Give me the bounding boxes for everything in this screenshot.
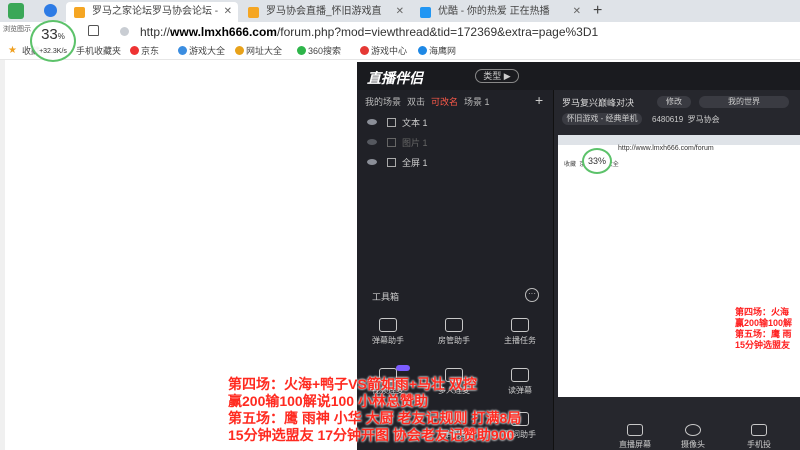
- new-tab-plus-icon[interactable]: +: [593, 1, 602, 21]
- search-360-icon: [297, 46, 306, 55]
- bookmarks-bar: ★ 收藏 手机收藏夹 京东 游戏大全 网址大全 360搜索 游戏中心 海鹰网: [0, 42, 800, 60]
- nav-icon: [235, 46, 244, 55]
- network-speed-widget[interactable]: 33% +32.3K/s: [30, 20, 76, 62]
- bookmark-star-icon: ★: [8, 45, 17, 56]
- scene-tab[interactable]: 场景 1: [464, 97, 490, 107]
- overlay-line: 赢200输100解说100 小林总赞助: [228, 393, 428, 409]
- tab-label: 罗马之家论坛罗马协会论坛 -: [92, 6, 219, 17]
- game-icon: [178, 46, 187, 55]
- phone-cast-button[interactable]: 手机投: [734, 424, 784, 450]
- url-path: /forum.php?mod=viewthread&tid=172369&ext…: [276, 25, 599, 39]
- new-badge: [396, 365, 410, 371]
- modify-button[interactable]: 修改: [657, 96, 691, 108]
- app-header: 直播伴侣 类型 ▶: [357, 62, 800, 90]
- speed-rate: +32.3K/s: [39, 48, 67, 55]
- source-item-screen[interactable]: 全屏 1: [367, 156, 428, 170]
- more-icon[interactable]: ···: [525, 288, 539, 302]
- url-prefix: http://: [140, 25, 171, 39]
- camera-icon: [685, 424, 701, 436]
- bookmark-item[interactable]: 海鹰网: [418, 44, 456, 58]
- scene-tabs: 我的场景 双击 可改名 场景 1: [365, 95, 496, 108]
- mini-url: http://www.lmxh666.com/forum: [618, 145, 714, 152]
- shield-icon[interactable]: [44, 4, 57, 17]
- room-info: 6480619 罗马协会: [652, 115, 720, 124]
- close-tab-icon[interactable]: ✕: [396, 2, 404, 22]
- source-item-image[interactable]: 图片 1: [367, 136, 428, 150]
- overlay-line: 第五场：鹰 雨神 小华 大厨 老友记规则 打满8局: [228, 410, 522, 426]
- text-source-icon: [387, 118, 396, 127]
- bookmark-item[interactable]: 网址大全: [235, 44, 282, 58]
- mini-speed-widget: 33%: [582, 148, 612, 174]
- category-pill-button[interactable]: 类型 ▶: [475, 69, 519, 83]
- capture-bar: 直播屏幕 摄像头 手机投: [554, 410, 800, 450]
- jd-icon: [130, 46, 139, 55]
- speed-percent: 33%: [41, 26, 65, 43]
- screen-preview[interactable]: http://www.lmxh666.com/forum 收藏 京东 网址大全 …: [558, 135, 800, 397]
- image-source-icon: [387, 138, 396, 147]
- tab-forum[interactable]: 罗马之家论坛罗马协会论坛 - ✕: [66, 2, 238, 22]
- tab-label: 罗马协会直播_怀旧游戏直: [266, 6, 382, 17]
- tool-streamer-tasks[interactable]: 主播任务: [495, 318, 545, 346]
- url-host: www.lmxh666.com: [170, 25, 277, 39]
- close-tab-icon[interactable]: ✕: [573, 2, 581, 22]
- close-tab-icon[interactable]: ✕: [224, 2, 232, 22]
- browser-logo-icon: [8, 3, 24, 19]
- preview-panel: 罗马复兴巅峰对决 修改 我的世界 怀旧游戏 - 经典单机 6480619 罗马协…: [554, 90, 800, 450]
- live-favicon-icon: [248, 7, 259, 18]
- eye-icon[interactable]: [367, 139, 377, 145]
- tool-danmaku-helper[interactable]: 弹幕助手: [363, 318, 413, 346]
- side-label: 浏览图示: [3, 26, 31, 33]
- home-icon[interactable]: [88, 25, 99, 36]
- danmaku-icon: [379, 318, 397, 332]
- camera-button[interactable]: 摄像头: [668, 424, 718, 450]
- overlay-line: 第四场：火海+鸭子VS箭如雨+马壮 双控: [228, 376, 477, 392]
- monitor-icon: [627, 424, 643, 436]
- bookmark-item[interactable]: 游戏大全: [178, 44, 225, 58]
- schedule-overlay: 第四场：火海+鸭子VS箭如雨+马壮 双控 赢200输100解说100 小林总赞助…: [228, 376, 521, 444]
- tool-room-admin[interactable]: 房管助手: [429, 318, 479, 346]
- bookmark-item[interactable]: 京东: [130, 44, 159, 58]
- address-toolbar: 浏览图示 http://www.lmxh666.com/forum.php?mo…: [0, 22, 800, 42]
- toolbox-title: 工具箱: [372, 292, 400, 302]
- game-center-icon: [360, 46, 369, 55]
- source-item-text[interactable]: 文本 1: [367, 116, 428, 130]
- url-bar[interactable]: http://www.lmxh666.com/forum.php?mod=vie…: [140, 23, 598, 41]
- page-info-icon[interactable]: [120, 27, 129, 36]
- youku-favicon-icon: [420, 7, 431, 18]
- bookmark-item[interactable]: 360搜索: [297, 44, 341, 58]
- forum-favicon-icon: [74, 7, 85, 18]
- world-button[interactable]: 我的世界: [699, 96, 789, 108]
- tab-live[interactable]: 罗马协会直播_怀旧游戏直 ✕: [240, 2, 410, 22]
- bookmark-item[interactable]: 游戏中心: [360, 44, 407, 58]
- scene-tab[interactable]: 双击: [407, 97, 425, 107]
- scene-tab[interactable]: 我的场景: [365, 97, 401, 107]
- app-logo: 直播伴侣: [367, 70, 423, 86]
- admin-icon: [445, 318, 463, 332]
- eye-icon[interactable]: [367, 159, 377, 165]
- bookmark-item[interactable]: 手机收藏夹: [76, 44, 121, 58]
- overlay-line: 15分钟选盟友 17分钟开图 协会老友记赞助900: [228, 427, 515, 443]
- sidebar-edge: [0, 60, 5, 450]
- stream-title: 罗马复兴巅峰对决: [562, 98, 635, 108]
- tab-strip: 罗马之家论坛罗马协会论坛 - ✕ 罗马协会直播_怀旧游戏直 ✕ 优酷 - 你的热…: [0, 0, 800, 22]
- mini-overlay-text: 第四场：火海 赢200输100解 第五场：鹰 雨 15分钟选盟友: [735, 307, 793, 350]
- scene-tab-active[interactable]: 可改名: [431, 97, 458, 107]
- haiying-icon: [418, 46, 427, 55]
- add-scene-icon[interactable]: +: [535, 92, 543, 108]
- task-icon: [511, 318, 529, 332]
- tab-youku[interactable]: 优酷 - 你的热爱 正在热播 ✕: [412, 2, 587, 22]
- eye-icon[interactable]: [367, 119, 377, 125]
- mini-tab-strip: [558, 135, 800, 145]
- phone-icon: [751, 424, 767, 436]
- category-select[interactable]: 怀旧游戏 - 经典单机: [562, 113, 642, 125]
- capture-screen-button[interactable]: 直播屏幕: [610, 424, 660, 450]
- screen-source-icon: [387, 158, 396, 167]
- tab-label: 优酷 - 你的热爱 正在热播: [438, 6, 550, 17]
